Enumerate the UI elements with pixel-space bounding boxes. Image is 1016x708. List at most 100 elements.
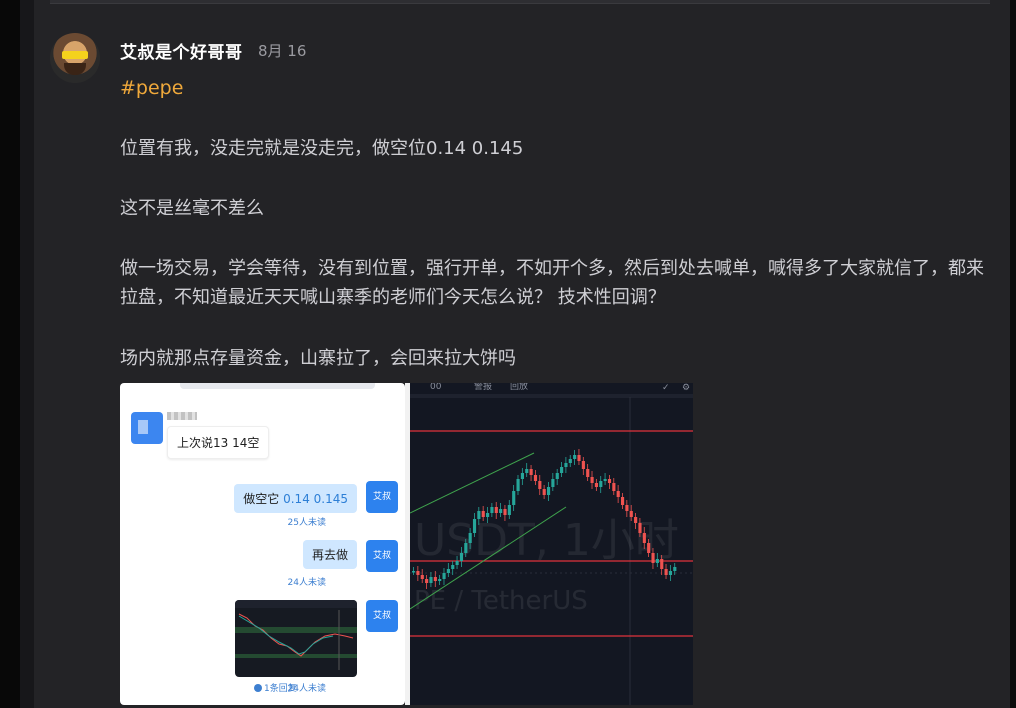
- candle: [503, 509, 507, 515]
- post-paragraph-2: 这不是丝毫不差么: [120, 198, 264, 219]
- left-rail: [20, 0, 34, 708]
- sender-avatar: 艾叔: [366, 600, 398, 632]
- blurred-contact-name: [167, 412, 197, 420]
- candle: [429, 577, 433, 583]
- candle: [620, 497, 625, 505]
- candle: [603, 479, 607, 481]
- candle: [420, 575, 424, 579]
- glasses-icon: [62, 51, 88, 59]
- candle: [533, 475, 538, 481]
- previous-post-border: [50, 0, 990, 4]
- candle: [655, 559, 659, 563]
- candle: [629, 511, 633, 517]
- beard-shape: [64, 63, 86, 75]
- candle: [486, 513, 490, 517]
- author-avatar[interactable]: [50, 33, 100, 83]
- sent-message-bubble-2: 再去做: [302, 540, 357, 569]
- sent-message-numbers: 0.14 0.145: [283, 492, 348, 506]
- comment-icon: [254, 684, 262, 692]
- candle: [555, 473, 559, 479]
- watermark-name: PE / TetherUS: [414, 586, 588, 616]
- candle: [472, 519, 477, 533]
- candle: [594, 483, 599, 487]
- candle: [433, 577, 437, 581]
- candle: [442, 573, 446, 579]
- candle: [599, 481, 603, 487]
- candle: [612, 483, 616, 491]
- contact-avatar: [131, 412, 163, 444]
- unread-count-3: 24人未读: [287, 684, 326, 694]
- author-name[interactable]: 艾叔是个好哥哥: [120, 38, 243, 63]
- candle: [525, 469, 529, 473]
- candle: [412, 571, 416, 573]
- candle: [568, 459, 572, 463]
- candle: [507, 505, 511, 515]
- candle: [481, 511, 485, 517]
- candle: [638, 523, 642, 533]
- candle: [529, 469, 533, 475]
- candle: [577, 455, 581, 461]
- candle: [542, 489, 546, 495]
- left-gutter: [0, 0, 20, 708]
- candle: [499, 509, 503, 513]
- candle: [673, 567, 677, 571]
- candle: [468, 533, 472, 543]
- unread-count-2: 24人未读: [287, 578, 326, 588]
- candle: [425, 579, 429, 583]
- sender-avatar: 艾叔: [366, 540, 398, 572]
- candle: [477, 511, 481, 519]
- candle: [451, 565, 455, 569]
- watermark-pair: USDT, 1小时: [414, 515, 679, 566]
- chart-thumbnail: [235, 600, 357, 677]
- candle: [634, 517, 638, 523]
- svg-text:⚙: ⚙: [682, 383, 690, 393]
- candle: [564, 463, 568, 467]
- candle: [625, 505, 629, 511]
- candle: [438, 579, 442, 581]
- post-paragraph-1: 位置有我，没走完就是没走完，做空位0.14 0.145: [120, 138, 524, 159]
- toolbar-text-2: 警报: [474, 383, 492, 392]
- candle: [581, 461, 585, 469]
- candle: [573, 455, 577, 459]
- candle: [459, 553, 464, 561]
- candle: [516, 479, 520, 491]
- toolbar-text-3: 回放: [510, 383, 528, 392]
- chat-top-strip: [180, 383, 375, 389]
- post-paragraph-3: 做一场交易，学会等待，没有到位置，强行开单，不如开个多，然后到处去喊单，喊得多了…: [120, 258, 984, 308]
- candle: [464, 543, 468, 553]
- post-paragraph-4: 场内就那点存量资金，山寨拉了，会回来拉大饼吗: [120, 348, 516, 369]
- sender-avatar: 艾叔: [366, 481, 398, 513]
- candle: [538, 481, 542, 489]
- post-date: 8月 16: [258, 42, 307, 60]
- candle: [551, 479, 555, 487]
- candle: [642, 533, 646, 543]
- candle: [586, 469, 590, 477]
- received-message-bubble: 上次说13 14空: [167, 426, 270, 459]
- unread-count-1: 25人未读: [287, 518, 326, 528]
- candlestick-chart: 00 警报 回放 ✓ ⚙ USDT, 1小时 PE / TetherUS: [410, 383, 693, 705]
- candle: [512, 491, 516, 505]
- trading-chart-image[interactable]: 00 警报 回放 ✓ ⚙ USDT, 1小时 PE / TetherUS: [410, 383, 693, 705]
- candle: [616, 491, 620, 497]
- candle: [590, 477, 594, 483]
- sent-message-text: 做空它: [243, 492, 284, 506]
- candle: [660, 559, 664, 569]
- hashtag-link[interactable]: #pepe: [120, 77, 183, 99]
- svg-text:✓: ✓: [662, 383, 670, 393]
- candle: [651, 553, 655, 563]
- candle: [668, 571, 673, 575]
- chat-screenshot-image[interactable]: 上次说13 14空 做空它 0.14 0.145 艾叔 25人未读 再去做 艾叔…: [120, 383, 405, 705]
- sent-message-bubble-1: 做空它 0.14 0.145: [234, 484, 357, 513]
- candle: [664, 569, 668, 575]
- candle: [520, 473, 524, 479]
- candle: [416, 571, 420, 575]
- candle: [455, 561, 459, 565]
- candle: [490, 507, 494, 513]
- candle: [560, 467, 564, 473]
- toolbar-text-1: 00: [430, 383, 442, 392]
- candle: [446, 569, 450, 573]
- candle: [607, 479, 612, 483]
- candle: [647, 543, 651, 553]
- candle: [546, 487, 551, 495]
- candle: [494, 507, 498, 513]
